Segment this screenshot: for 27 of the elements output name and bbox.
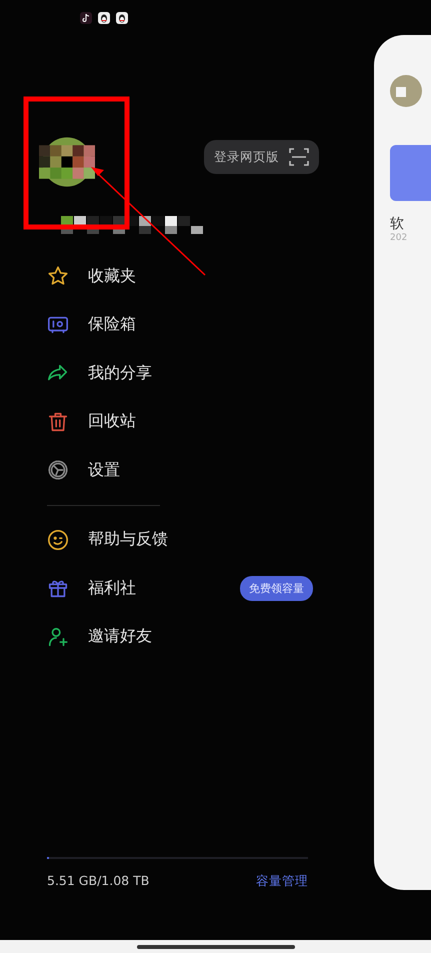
penguin-app-icon bbox=[116, 12, 128, 24]
menu-label: 我的分享 bbox=[88, 362, 153, 384]
avatar bbox=[390, 75, 422, 107]
menu-label: 保险箱 bbox=[88, 314, 137, 336]
menu-label: 帮助与反馈 bbox=[88, 529, 169, 550]
penguin-app-icon bbox=[98, 12, 110, 24]
menu-label: 收藏夹 bbox=[88, 266, 137, 287]
menu-item[interactable]: 保险箱 bbox=[47, 300, 313, 349]
music-app-icon bbox=[80, 12, 92, 24]
menu-label: 邀请好友 bbox=[88, 626, 153, 648]
scan-icon bbox=[289, 148, 309, 166]
menu-item[interactable]: 我的分享 bbox=[47, 349, 313, 398]
menu-label: 回收站 bbox=[88, 411, 137, 432]
menu-item[interactable]: 收藏夹 bbox=[47, 252, 313, 300]
menu-item[interactable]: 帮助与反馈 bbox=[47, 516, 313, 564]
storage-usage: 5.51 GB/1.08 TB bbox=[47, 873, 150, 890]
menu-item[interactable]: 回收站 bbox=[47, 398, 313, 446]
login-web-button[interactable]: 登录网页版 bbox=[204, 140, 319, 174]
file-name: 软 bbox=[390, 215, 405, 233]
menu-item[interactable]: 邀请好友 bbox=[47, 612, 313, 661]
file-date: 202 bbox=[390, 233, 408, 243]
menu-item[interactable]: 福利社 免费领容量 bbox=[47, 564, 313, 612]
menu-label: 福利社 bbox=[88, 578, 137, 599]
menu-item[interactable]: 设置 bbox=[47, 446, 313, 494]
promo-badge[interactable]: 免费领容量 bbox=[240, 576, 313, 601]
manage-storage-link[interactable]: 容量管理 bbox=[256, 873, 308, 890]
menu-label: 设置 bbox=[88, 460, 121, 481]
